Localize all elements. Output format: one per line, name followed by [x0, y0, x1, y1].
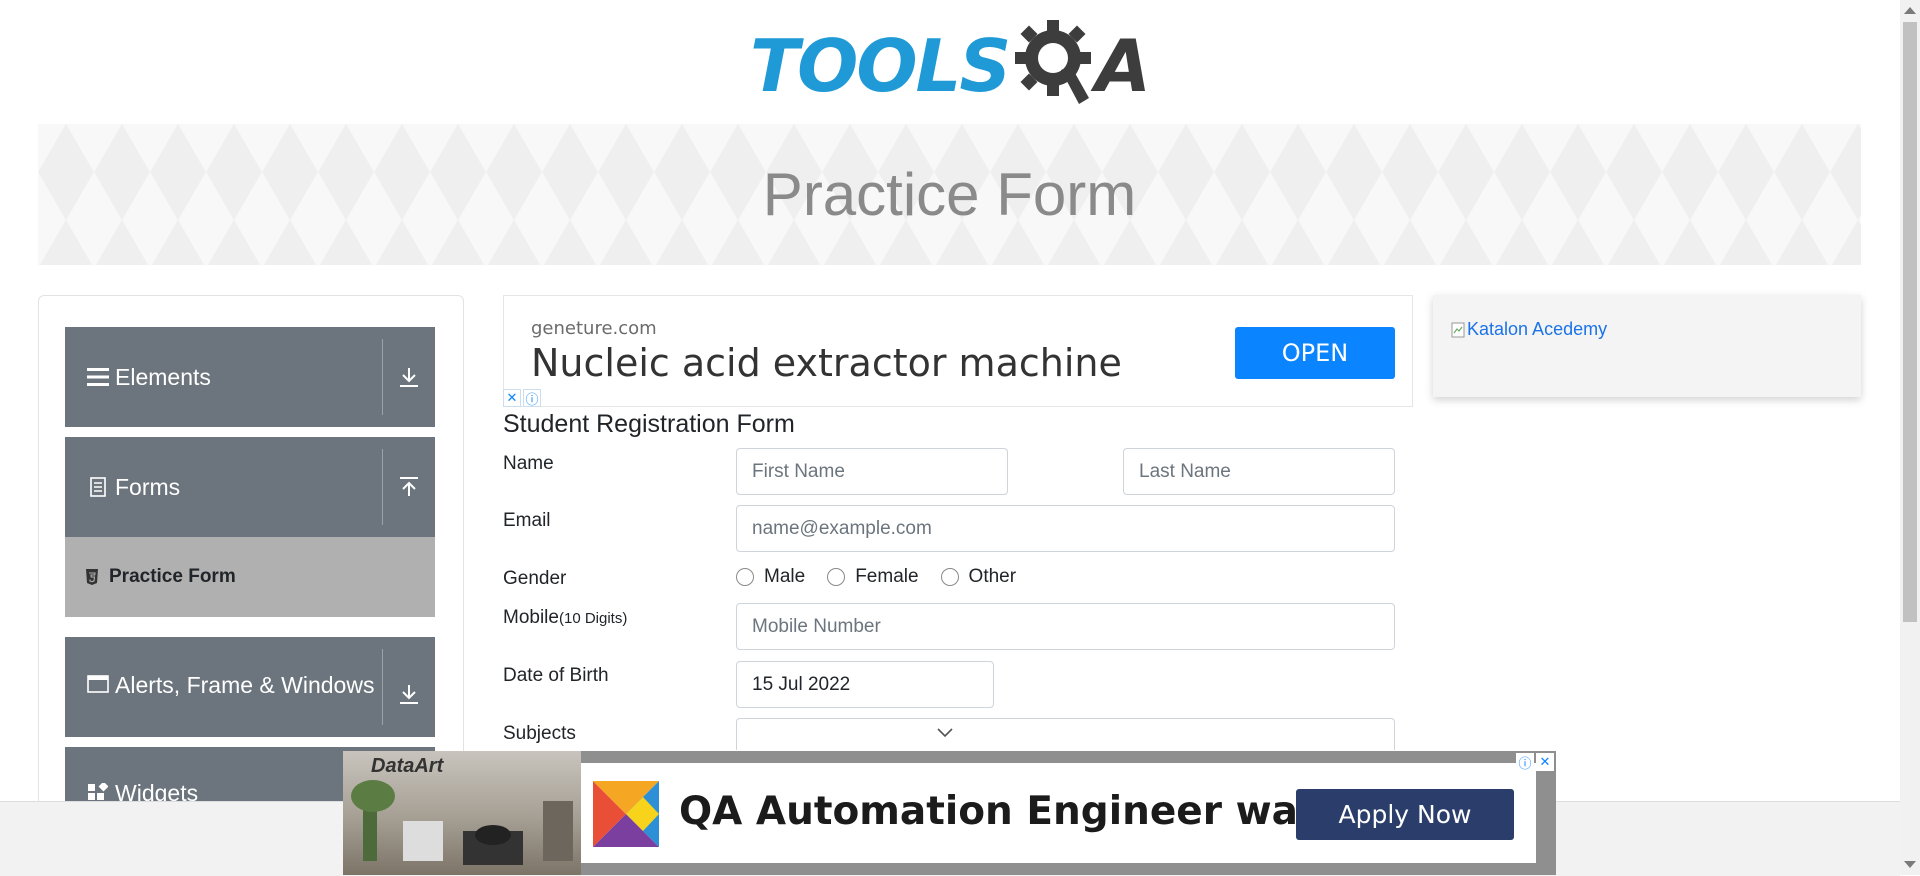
ad-card[interactable]: QA Automation Engineer wanted Apply Now — [581, 763, 1536, 863]
name-label: Name — [503, 453, 554, 474]
subjects-label: Subjects — [503, 723, 576, 744]
broken-image-link[interactable]: Katalon Acedemy — [1451, 319, 1607, 340]
radio-label: Male — [764, 566, 806, 587]
widgets-icon — [85, 783, 111, 801]
sidebar-group-forms[interactable]: Forms — [65, 437, 435, 537]
gender-radio-female[interactable]: Female — [827, 566, 919, 588]
gender-radio-group: Male Female Other — [736, 566, 1016, 588]
bottom-advertisement[interactable]: DataArt QA Automation Engineer wanted Ap… — [343, 751, 1556, 875]
close-icon[interactable]: ✕ — [1536, 753, 1554, 771]
toolsqa-logo[interactable]: TOOLS A — [750, 18, 1155, 113]
page-title: Practice Form — [762, 161, 1137, 228]
gender-radio-other[interactable]: Other — [940, 566, 1017, 588]
logo-gear-q-icon: A — [1013, 18, 1151, 114]
scrollbar-thumb[interactable] — [1903, 22, 1917, 622]
side-advertisement[interactable]: Katalon Acedemy — [1433, 295, 1861, 397]
radio-button[interactable] — [736, 568, 754, 586]
sidebar-group-label: Elements — [115, 364, 211, 390]
radio-label: Female — [855, 566, 919, 587]
first-name-input[interactable] — [736, 448, 1008, 495]
broken-image-alt-text: Katalon Acedemy — [1467, 319, 1608, 339]
email-field[interactable] — [736, 505, 1395, 552]
ad-headline[interactable]: QA Automation Engineer wanted — [679, 789, 1399, 834]
download-arrow-icon[interactable] — [383, 683, 435, 705]
scroll-up-arrow-icon[interactable] — [1904, 7, 1916, 14]
vertical-scrollbar[interactable] — [1900, 0, 1920, 875]
ad-open-button[interactable]: OPEN — [1235, 327, 1395, 379]
upload-arrow-icon[interactable] — [383, 476, 435, 498]
date-of-birth-input[interactable] — [736, 661, 994, 708]
top-advertisement[interactable]: geneture.com Nucleic acid extractor mach… — [503, 295, 1413, 407]
logo-a-text: A — [1095, 23, 1151, 108]
close-icon[interactable]: ✕ — [503, 389, 521, 407]
ad-choices: ✕ ⓘ — [503, 389, 543, 407]
gender-label: Gender — [503, 568, 567, 589]
subjects-input[interactable] — [736, 718, 1395, 750]
page-banner: Practice Form — [38, 124, 1861, 265]
apply-now-button[interactable]: Apply Now — [1296, 789, 1514, 840]
mobile-number-input[interactable] — [736, 603, 1395, 650]
hamburger-icon — [85, 368, 111, 386]
mobile-label-text: Mobile — [503, 607, 559, 628]
mobile-hint: (10 Digits) — [558, 610, 628, 627]
info-icon[interactable]: ⓘ — [523, 389, 541, 407]
window-icon — [85, 675, 111, 693]
sidebar-item-practice-form[interactable]: Practice Form — [65, 537, 435, 617]
document-icon — [85, 477, 111, 497]
sidebar-group-label: Forms — [115, 474, 181, 500]
mobile-label: Mobile(10 Digits) — [503, 607, 627, 629]
sidebar-group-elements[interactable]: Elements — [65, 327, 435, 427]
ad-headline[interactable]: Nucleic acid extractor machine — [531, 341, 1122, 385]
radio-button[interactable] — [940, 568, 959, 586]
ad-domain: geneture.com — [531, 318, 657, 339]
form-title: Student Registration Form — [503, 410, 795, 438]
info-icon[interactable]: ⓘ — [1516, 753, 1534, 771]
ad-brand-icon — [593, 781, 659, 852]
last-name-input[interactable] — [1123, 448, 1395, 495]
ad-choices: ⓘ ✕ — [1516, 753, 1554, 771]
radio-button[interactable] — [827, 568, 846, 586]
radio-label: Other — [968, 566, 1017, 587]
sidebar-item-label: Practice Form — [109, 566, 236, 587]
chevron-down-icon — [937, 725, 953, 743]
sidebar-group-label: Alerts, Frame & Windows — [115, 672, 375, 698]
email-label: Email — [503, 510, 551, 531]
logo-tools-text: TOOLS — [750, 23, 1011, 108]
ad-office-photo: DataArt — [343, 751, 581, 875]
dob-label: Date of Birth — [503, 665, 609, 686]
gender-radio-male[interactable]: Male — [736, 566, 805, 588]
download-arrow-icon[interactable] — [383, 366, 435, 388]
broken-image-icon — [1451, 322, 1465, 337]
html5-icon — [85, 569, 99, 585]
sidebar-group-alerts[interactable]: Alerts, Frame & Windows — [65, 637, 435, 737]
scroll-down-arrow-icon[interactable] — [1904, 861, 1916, 868]
